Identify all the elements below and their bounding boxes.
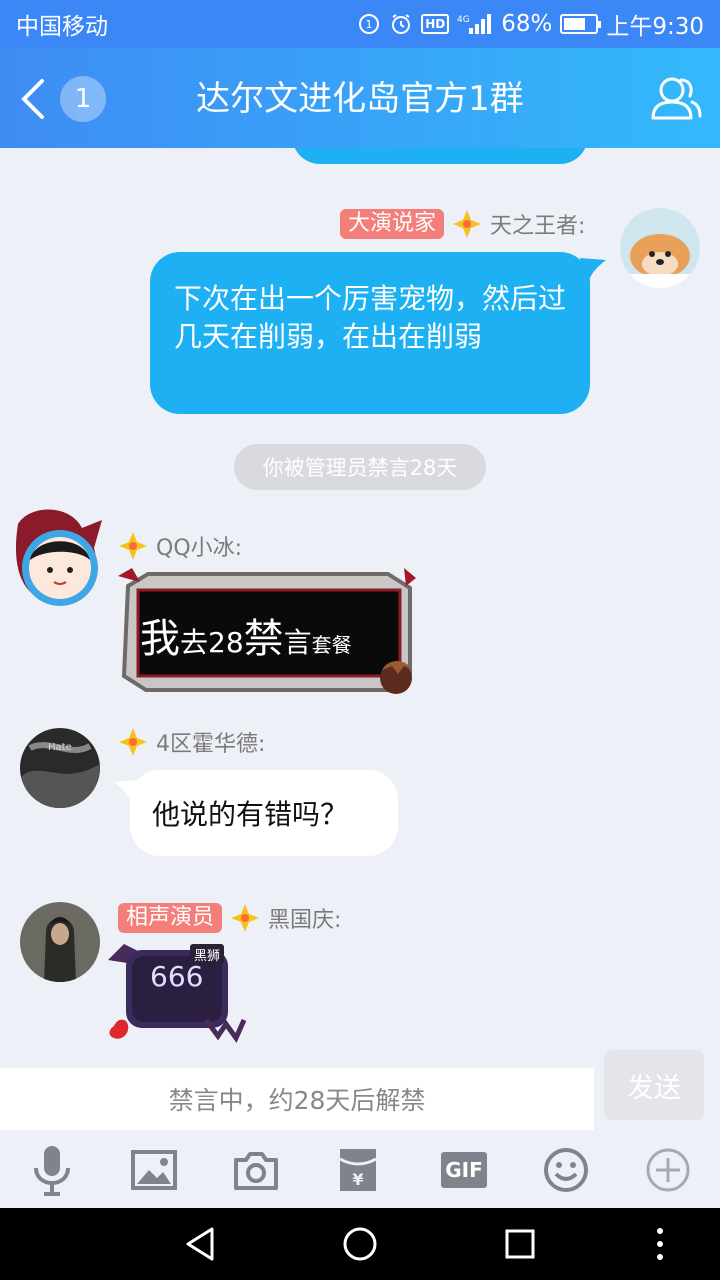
sender-name: QQ小冰: — [156, 536, 243, 561]
square-recents-icon — [505, 1229, 535, 1259]
title-bar: 1 达尔文进化岛官方1群 — [0, 48, 720, 148]
sender-line: 4区霍华德: — [118, 726, 265, 758]
system-nav-bar — [0, 1208, 720, 1280]
star-icon — [119, 532, 147, 560]
gif-icon: GIF — [441, 1152, 487, 1188]
carrier-name: 中国移动 — [16, 14, 108, 40]
sync-icon: 1 — [357, 12, 381, 36]
input-row: 禁言中，约28天后解禁 发送 — [0, 1050, 720, 1132]
svg-text:¥: ¥ — [352, 1170, 363, 1189]
sender-line: 相声演员 黑国庆: — [118, 902, 341, 934]
more-button[interactable] — [642, 1144, 694, 1196]
message-bubble[interactable]: 他说的有错吗？ — [130, 770, 398, 856]
nav-home-button[interactable] — [340, 1226, 380, 1262]
signal-icon: 4G — [457, 12, 493, 36]
sender-line: QQ小冰: — [118, 530, 242, 562]
avatar[interactable]: Hate — [20, 728, 100, 808]
input-toolbar: ¥ GIF — [0, 1132, 720, 1208]
nav-recents-button[interactable] — [500, 1226, 540, 1262]
bubble-tail — [580, 258, 606, 282]
message-bubble[interactable]: 下次在出一个厉害宠物，然后过几天在削弱，在出在削弱 — [150, 252, 590, 414]
battery-icon — [560, 14, 602, 34]
network-type: 4G — [457, 15, 470, 25]
pet-card[interactable]: 666 黑狮 — [104, 940, 250, 1044]
hate-avatar-icon: Hate — [20, 728, 100, 808]
message-input[interactable]: 禁言中，约28天后解禁 — [0, 1068, 594, 1130]
sender-line: 大演说家 天之王者: — [340, 208, 585, 240]
title-badge: 相声演员 — [118, 903, 223, 933]
sender-name: 4区霍华德: — [156, 732, 266, 757]
avatar[interactable] — [620, 208, 700, 288]
page-title: 达尔文进化岛官方1群 — [196, 79, 524, 119]
voice-button[interactable] — [26, 1144, 78, 1196]
star-icon — [453, 210, 482, 238]
circle-home-icon — [343, 1227, 377, 1261]
svg-text:1: 1 — [366, 18, 373, 31]
star-icon — [119, 728, 147, 756]
emoji-button[interactable] — [540, 1144, 592, 1196]
sender-name: 黑国庆: — [268, 908, 342, 933]
red-packet-button[interactable]: ¥ — [332, 1144, 384, 1196]
system-notice: 你被管理员禁言28天 — [234, 444, 486, 490]
image-button[interactable] — [128, 1144, 180, 1196]
star-icon — [231, 904, 260, 932]
plus-icon — [646, 1148, 690, 1192]
alarm-icon — [389, 12, 413, 36]
emoji-icon — [544, 1148, 588, 1192]
sender-name: 天之王者: — [490, 214, 586, 239]
camera-icon — [234, 1152, 278, 1190]
puppy-avatar-icon — [620, 208, 700, 288]
battery-percent: 68% — [501, 11, 553, 37]
status-bar: 中国移动 1 HD 4G 68% 上午9:30 — [0, 0, 720, 48]
back-button[interactable]: 1 — [18, 76, 108, 122]
gif-button[interactable]: GIF — [438, 1144, 490, 1196]
xiaobing-avatar-icon — [15, 509, 102, 606]
nav-menu-button[interactable] — [640, 1226, 680, 1262]
nav-back-button[interactable] — [180, 1226, 220, 1262]
camera-button[interactable] — [230, 1144, 282, 1196]
avatar[interactable] — [10, 504, 106, 614]
triangle-back-icon — [186, 1227, 214, 1261]
chevron-left-icon — [21, 79, 44, 119]
unread-count: 1 — [60, 76, 106, 122]
clock: 上午9:30 — [606, 14, 704, 40]
hooded-figure-avatar-icon — [20, 902, 100, 982]
image-icon — [131, 1150, 177, 1190]
red-packet-icon: ¥ — [339, 1149, 377, 1191]
mic-icon — [34, 1146, 70, 1196]
hd-badge: HD — [421, 14, 450, 34]
avatar[interactable] — [20, 902, 100, 982]
group-members-button[interactable] — [650, 74, 702, 122]
svg-text:Hate: Hate — [48, 742, 72, 753]
message-right: 大演说家 天之王者: 下次在出一个厉害宠物，然后过几天在削弱，在出在削弱 — [0, 148, 720, 428]
more-vertical-icon — [657, 1228, 663, 1260]
send-button[interactable]: 发送 — [604, 1050, 704, 1120]
pet-badge: 黑狮 — [190, 944, 225, 965]
sticker-caption: 我 去28 禁 言 套餐 — [140, 616, 352, 662]
chat-area[interactable]: 大演说家 天之王者: 下次在出一个厉害宠物，然后过几天在削弱，在出在削弱 你被管… — [0, 148, 720, 1060]
title-badge: 大演说家 — [340, 209, 445, 239]
group-icon — [651, 77, 702, 120]
